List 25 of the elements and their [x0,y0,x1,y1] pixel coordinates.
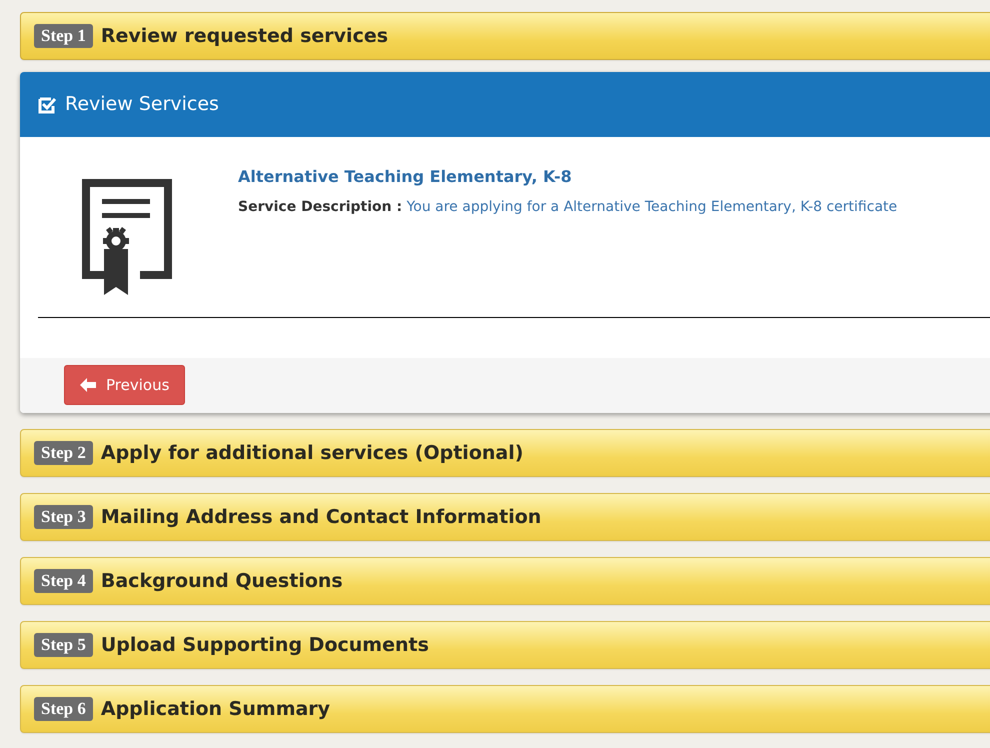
previous-button[interactable]: Previous [64,365,186,405]
service-name: Alternative Teaching Elementary, K-8 [238,166,573,188]
step-header[interactable]: Step 6 Application Summary [20,685,990,733]
step-header[interactable]: Step 3 Mailing Address and Contact Information [20,493,990,541]
step-header[interactable]: Step 4 Background Questions [20,557,990,605]
step-title: Review requested services [100,24,388,49]
panel-title: Review Services [65,92,219,118]
step-header[interactable]: Step 5 Upload Supporting Documents [20,621,990,669]
step-header[interactable]: Step 1 Review requested services [20,12,990,60]
certificate-icon [82,179,172,295]
step-title: Mailing Address and Contact Information [100,504,542,530]
step-badge: Step 1 [34,24,93,48]
step-title: Background Questions [100,568,343,594]
step-badge: Step 5 [34,633,93,657]
step-title: Apply for additional services (Optional) [100,440,524,466]
checkbox-icon [37,94,57,114]
step-badge: Step 2 [34,441,93,465]
step-title: Application Summary [100,696,330,722]
step-badge: Step 6 [34,697,93,721]
arrow-left-icon [80,378,96,392]
step-badge: Step 4 [34,569,93,593]
service-description: Service Description : You are applying for a Alternative Teaching Elementary, K-8 certificate [238,198,898,217]
step-header[interactable]: Step 2 Apply for additional services (Optional) [20,429,990,477]
step-title: Upload Supporting Documents [100,632,429,658]
step-badge: Step 3 [34,505,93,529]
